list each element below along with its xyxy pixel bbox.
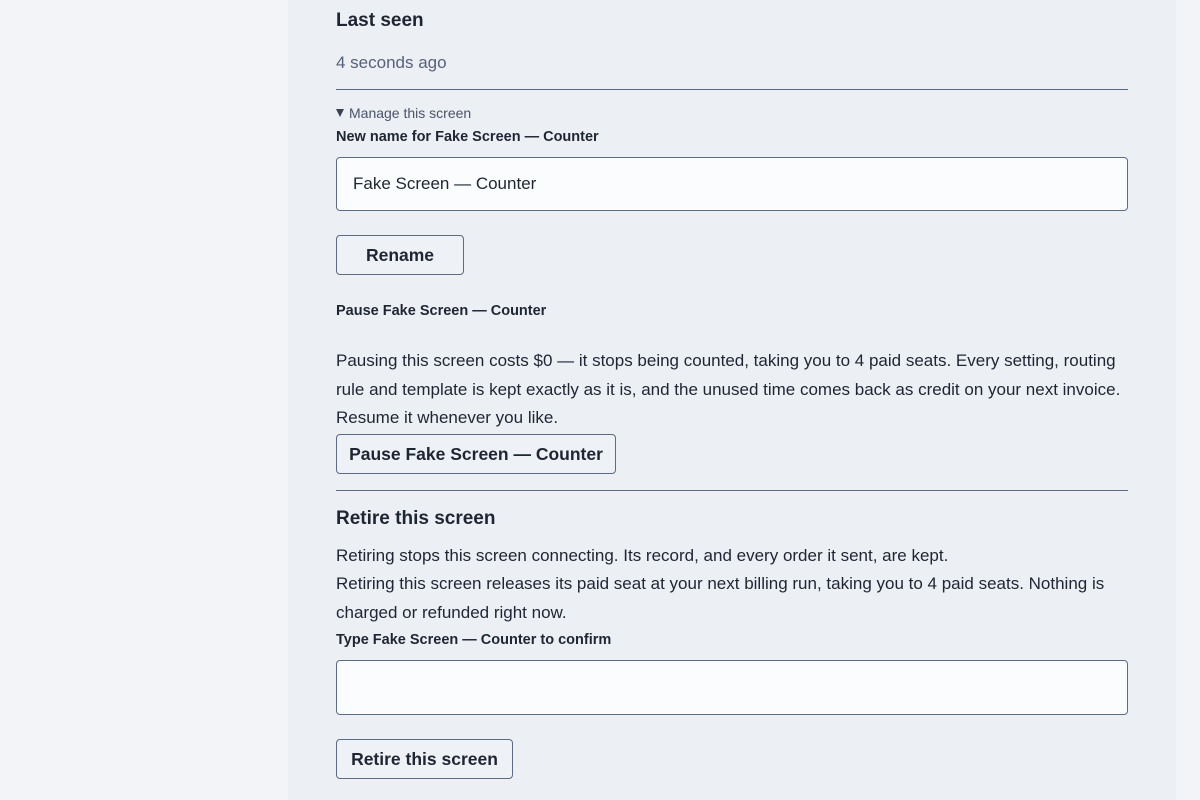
pause-description: Pausing this screen costs $0 — it stops … (336, 351, 1121, 427)
last-seen-value: 4 seconds ago (336, 53, 447, 72)
left-sidebar (0, 0, 288, 800)
retire-confirm-label: Type Fake Screen — Counter to confirm (336, 632, 612, 648)
retire-confirm-input[interactable] (336, 660, 1128, 715)
section-divider (336, 89, 1128, 90)
section-divider (336, 490, 1128, 491)
retire-billing-note: Retiring this screen releases its paid s… (336, 574, 1105, 622)
rename-button[interactable]: Rename (336, 235, 464, 275)
pause-button[interactable]: Pause Fake Screen — Counter (336, 434, 616, 474)
retire-heading: Retire this screen (336, 508, 496, 529)
disclosure-triangle-icon (336, 109, 344, 117)
manage-screen-summary: Manage this screen (349, 105, 472, 121)
rename-field-label: New name for Fake Screen — Counter (336, 129, 599, 145)
retire-button[interactable]: Retire this screen (336, 739, 513, 779)
right-gutter (1176, 0, 1200, 800)
manage-screen-toggle[interactable]: Manage this screen (336, 104, 471, 122)
retire-description: Retiring stops this screen connecting. I… (336, 546, 949, 565)
rename-input[interactable] (336, 157, 1128, 211)
last-seen-heading: Last seen (336, 10, 424, 31)
pause-heading: Pause Fake Screen — Counter (336, 303, 547, 319)
